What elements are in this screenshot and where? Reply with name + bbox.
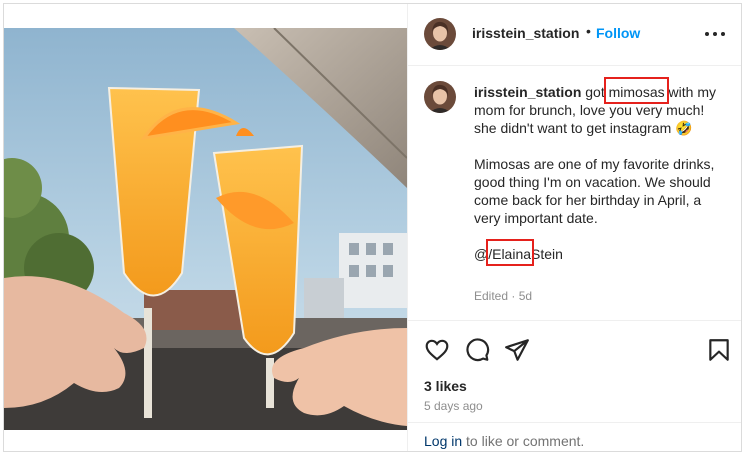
caption-username[interactable]: irisstein_station [474, 84, 581, 100]
bookmark-icon[interactable] [706, 337, 732, 363]
highlighted-mention: /Elaina [486, 239, 535, 266]
login-link[interactable]: Log in [424, 433, 462, 449]
author-username[interactable]: irisstein_station [472, 25, 579, 41]
profile-picture-icon [424, 18, 456, 50]
more-dot [713, 32, 717, 36]
caption-avatar[interactable] [424, 81, 456, 113]
comment-icon-svg [466, 338, 490, 362]
more-dot [721, 32, 725, 36]
mention-highlight-text: /Elaina [488, 246, 532, 262]
post-header: irisstein_station • Follow [408, 4, 741, 66]
edited-timestamp: Edited · 5d [474, 289, 532, 303]
edited-label: Edited [474, 289, 509, 303]
post-time[interactable]: 5 days ago [424, 399, 483, 413]
profile-picture-icon [424, 81, 456, 113]
edited-sep: · [508, 289, 519, 303]
post-dialog: irisstein_station • Follow irisstein_sta… [3, 3, 742, 452]
more-options-icon[interactable] [704, 24, 726, 44]
mention-at: @ [474, 246, 489, 262]
caption-mention: @/Elaina Stein [474, 239, 719, 266]
post-actions: 3 likes 5 days ago Log in to like or com… [408, 320, 741, 451]
separator-dot: • [586, 23, 591, 39]
mention-link[interactable]: @/Elaina Stein [474, 239, 563, 266]
follow-button[interactable]: Follow [596, 25, 640, 41]
more-dot [705, 32, 709, 36]
likes-count[interactable]: 3 likes [424, 378, 467, 394]
post-sidebar: irisstein_station • Follow irisstein_sta… [407, 4, 741, 451]
laughing-emoji-icon: 🤣 [675, 120, 693, 136]
heart-icon-svg [425, 339, 449, 361]
send-icon[interactable] [504, 337, 530, 363]
mimosas-photo-illustration [4, 28, 407, 430]
login-prompt-text: to like or comment. [462, 433, 585, 449]
heart-icon[interactable] [424, 337, 450, 363]
send-icon-svg [505, 339, 529, 361]
highlight-word-text: mimosas [608, 84, 665, 100]
caption-paragraph-2: Mimosas are one of my favorite drinks, g… [474, 156, 715, 226]
highlighted-word: mimosas [603, 77, 669, 104]
comment-icon[interactable] [464, 337, 490, 363]
mention-rest: Stein [531, 246, 563, 262]
caption-paragraph-1: irisstein_station got mimosas with my mo… [474, 77, 719, 137]
post-caption: irisstein_station got mimosas with my mo… [474, 77, 719, 266]
caption-text-pre: got [585, 84, 609, 100]
bookmark-icon-svg [709, 339, 729, 361]
edited-time[interactable]: 5d [519, 289, 532, 303]
avatar[interactable] [424, 18, 456, 50]
login-prompt: Log in to like or comment. [408, 422, 741, 451]
post-photo[interactable] [4, 28, 407, 430]
